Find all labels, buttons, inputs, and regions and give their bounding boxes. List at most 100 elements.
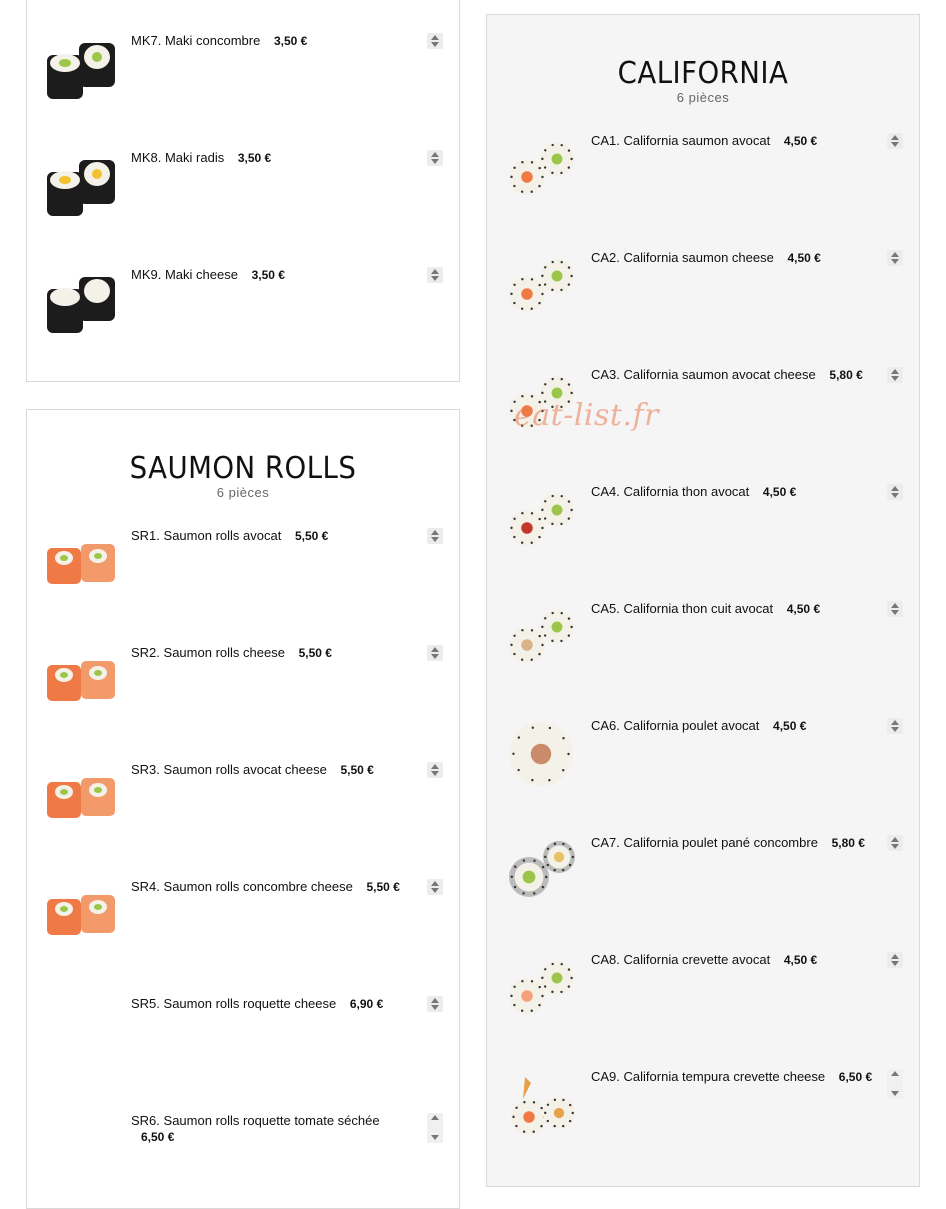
item-name: California saumon avocat bbox=[623, 133, 771, 148]
arrow-up-icon[interactable] bbox=[431, 530, 439, 535]
quantity-stepper[interactable] bbox=[887, 601, 903, 617]
arrow-down-icon[interactable] bbox=[891, 376, 899, 381]
menu-item[interactable]: SR4. Saumon rolls concombre cheese 5,50 … bbox=[45, 879, 443, 959]
thumbnail-graphic bbox=[47, 43, 115, 99]
thumbnail-graphic bbox=[47, 277, 115, 333]
thumbnail-graphic bbox=[511, 1077, 575, 1135]
arrow-up-icon[interactable] bbox=[891, 603, 899, 608]
item-code: CA7. bbox=[591, 835, 620, 850]
item-price: 5,50 € bbox=[294, 529, 329, 543]
menu-item[interactable]: CA1. California saumon avocat 4,50 € bbox=[505, 133, 903, 213]
menu-item[interactable]: CA9. California tempura crevette cheese … bbox=[505, 1069, 903, 1149]
arrow-down-icon[interactable] bbox=[431, 654, 439, 659]
quantity-stepper[interactable] bbox=[427, 528, 443, 544]
menu-item[interactable]: SR2. Saumon rolls cheese 5,50 € bbox=[45, 645, 443, 725]
menu-item[interactable]: MK9. Maki cheese 3,50 € bbox=[45, 267, 443, 347]
quantity-stepper[interactable] bbox=[427, 150, 443, 166]
arrow-up-icon[interactable] bbox=[891, 837, 899, 842]
menu-item[interactable]: MK8. Maki radis 3,50 € bbox=[45, 150, 443, 230]
arrow-up-icon[interactable] bbox=[891, 252, 899, 257]
menu-item[interactable]: SR6. Saumon rolls roquette tomate séchée… bbox=[45, 1113, 443, 1193]
menu-item[interactable]: SR3. Saumon rolls avocat cheese 5,50 € bbox=[45, 762, 443, 842]
section-title: CALIFORNIA bbox=[617, 56, 789, 91]
arrow-up-icon[interactable] bbox=[431, 881, 439, 886]
item-code: CA6. bbox=[591, 718, 620, 733]
item-code: CA5. bbox=[591, 601, 620, 616]
menu-item-label: CA1. California saumon avocat 4,50 € bbox=[591, 133, 881, 149]
arrow-down-icon[interactable] bbox=[891, 493, 899, 498]
thumbnail-graphic bbox=[47, 160, 115, 216]
quantity-stepper[interactable] bbox=[427, 267, 443, 283]
quantity-stepper[interactable] bbox=[427, 762, 443, 778]
arrow-down-icon[interactable] bbox=[431, 276, 439, 281]
quantity-stepper[interactable] bbox=[887, 367, 903, 383]
arrow-down-icon[interactable] bbox=[891, 610, 899, 615]
quantity-stepper[interactable] bbox=[427, 33, 443, 49]
quantity-stepper[interactable] bbox=[887, 835, 903, 851]
menu-item[interactable]: CA2. California saumon cheese 4,50 € bbox=[505, 250, 903, 330]
menu-item[interactable]: CA5. California thon cuit avocat 4,50 € bbox=[505, 601, 903, 681]
menu-item-label: CA8. California crevette avocat 4,50 € bbox=[591, 952, 881, 968]
item-name: California thon avocat bbox=[623, 484, 750, 499]
quantity-stepper[interactable] bbox=[887, 952, 903, 968]
arrow-up-icon[interactable] bbox=[891, 486, 899, 491]
arrow-up-icon[interactable] bbox=[431, 647, 439, 652]
salmon-roll-thumbnail bbox=[45, 762, 117, 834]
menu-item[interactable]: SR1. Saumon rolls avocat 5,50 € bbox=[45, 528, 443, 608]
item-price: 4,50 € bbox=[783, 953, 818, 967]
arrow-down-icon[interactable] bbox=[431, 771, 439, 776]
salmon-roll-thumbnail bbox=[45, 528, 117, 600]
quantity-stepper[interactable] bbox=[427, 1113, 443, 1143]
arrow-down-icon[interactable] bbox=[891, 961, 899, 966]
menu-item[interactable]: CA4. California thon avocat 4,50 € bbox=[505, 484, 903, 564]
arrow-up-icon[interactable] bbox=[891, 135, 899, 140]
menu-item-label: MK8. Maki radis 3,50 € bbox=[131, 150, 421, 166]
quantity-stepper[interactable] bbox=[427, 645, 443, 661]
quantity-stepper[interactable] bbox=[887, 718, 903, 734]
arrow-up-icon[interactable] bbox=[431, 998, 439, 1003]
arrow-down-icon[interactable] bbox=[891, 727, 899, 732]
arrow-down-icon[interactable] bbox=[891, 142, 899, 147]
menu-item[interactable]: CA8. California crevette avocat 4,50 € bbox=[505, 952, 903, 1032]
arrow-down-icon[interactable] bbox=[431, 1135, 439, 1140]
menu-item-label: MK9. Maki cheese 3,50 € bbox=[131, 267, 421, 283]
arrow-up-icon[interactable] bbox=[891, 1071, 899, 1076]
menu-item-label: CA5. California thon cuit avocat 4,50 € bbox=[591, 601, 881, 617]
item-price: 3,50 € bbox=[251, 268, 285, 282]
arrow-down-icon[interactable] bbox=[431, 1005, 439, 1010]
quantity-stepper[interactable] bbox=[427, 996, 443, 1012]
arrow-up-icon[interactable] bbox=[431, 764, 439, 769]
arrow-down-icon[interactable] bbox=[891, 844, 899, 849]
quantity-stepper[interactable] bbox=[887, 1069, 903, 1099]
arrow-up-icon[interactable] bbox=[431, 35, 439, 40]
arrow-up-icon[interactable] bbox=[431, 1115, 439, 1120]
arrow-up-icon[interactable] bbox=[431, 269, 439, 274]
arrow-down-icon[interactable] bbox=[431, 537, 439, 542]
quantity-stepper[interactable] bbox=[427, 879, 443, 895]
arrow-down-icon[interactable] bbox=[891, 259, 899, 264]
arrow-down-icon[interactable] bbox=[891, 1091, 899, 1096]
item-price: 5,50 € bbox=[340, 763, 374, 777]
arrow-down-icon[interactable] bbox=[431, 159, 439, 164]
thumbnail-graphic bbox=[509, 841, 575, 897]
arrow-up-icon[interactable] bbox=[891, 369, 899, 374]
item-price: 4,50 € bbox=[762, 485, 797, 499]
thumbnail-graphic bbox=[47, 895, 115, 935]
arrow-down-icon[interactable] bbox=[431, 888, 439, 893]
quantity-stepper[interactable] bbox=[887, 133, 903, 149]
item-code: SR5. bbox=[131, 996, 160, 1011]
maki-cucumber-thumbnail bbox=[45, 33, 117, 105]
menu-item[interactable]: CA6. California poulet avocat 4,50 € bbox=[505, 718, 903, 798]
arrow-down-icon[interactable] bbox=[431, 42, 439, 47]
arrow-up-icon[interactable] bbox=[431, 152, 439, 157]
menu-item[interactable]: MK7. Maki concombre 3,50 € bbox=[45, 33, 443, 113]
arrow-up-icon[interactable] bbox=[891, 720, 899, 725]
arrow-up-icon[interactable] bbox=[891, 954, 899, 959]
item-price: 6,50 € bbox=[141, 1130, 175, 1144]
quantity-stepper[interactable] bbox=[887, 484, 903, 500]
quantity-stepper[interactable] bbox=[887, 250, 903, 266]
item-code: CA3. bbox=[591, 367, 620, 382]
menu-item[interactable]: SR5. Saumon rolls roquette cheese 6,90 € bbox=[45, 996, 443, 1076]
menu-item[interactable]: CA7. California poulet pané concombre 5,… bbox=[505, 835, 903, 915]
salmon-roll-thumbnail bbox=[45, 645, 117, 717]
